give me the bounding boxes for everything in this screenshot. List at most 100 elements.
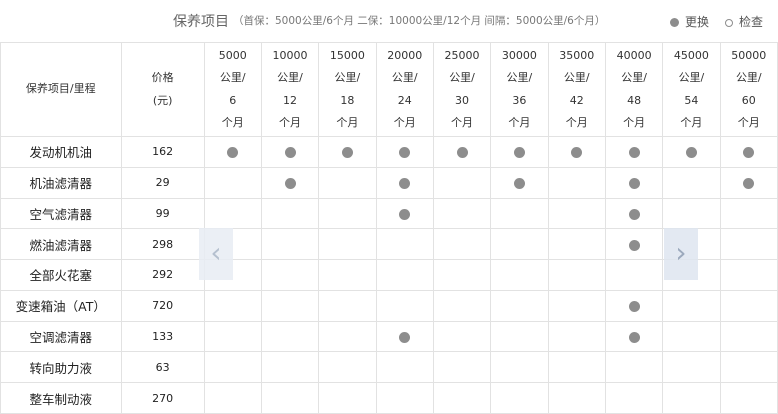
- schedule-cell: [432, 228, 492, 260]
- schedule-cell: [719, 351, 778, 383]
- interval-header-line: 个月: [737, 116, 760, 129]
- interval-header: 40000 公里/48 个月: [604, 42, 664, 137]
- schedule-cell: [260, 382, 320, 414]
- schedule-cell: [662, 197, 721, 230]
- schedule-cell: [318, 228, 377, 260]
- interval-header-line: 42: [569, 93, 584, 107]
- header-row: 保养项目/里程 价格 (元) 5000 公里/6 个月 10000 公里/12 个月 150…: [0, 42, 778, 137]
- interval-header-line: 30000: [501, 48, 537, 62]
- schedule-cell: [260, 228, 320, 260]
- schedule-cell: [604, 228, 664, 260]
- interval-header-line: 48: [627, 93, 642, 107]
- replace-dot-icon: [399, 147, 411, 159]
- filled-dot-icon: [670, 18, 679, 27]
- table-row: 燃油滤清器 298: [0, 228, 778, 260]
- item-name: 发动机机油: [0, 136, 122, 168]
- replace-dot-icon: [399, 178, 411, 190]
- schedule-cell: [203, 197, 262, 230]
- table-row: 空调滤清器 133: [0, 320, 778, 353]
- interval-note: （首保：5000公里/6个月 二保：10000公里/12个月 间隔：5000公里…: [233, 15, 606, 27]
- chevron-left-icon: ‹: [210, 236, 222, 269]
- schedule-cell: [719, 289, 778, 322]
- legend-inspect: 检查: [725, 13, 763, 30]
- schedule-cell: [318, 351, 377, 383]
- item-name: 燃油滤清器: [0, 228, 122, 260]
- schedule-cell: [375, 320, 434, 353]
- interval-header-line: 6: [229, 93, 237, 107]
- replace-dot-icon: [341, 147, 353, 159]
- schedule-cell: [318, 197, 377, 230]
- schedule-cell: [490, 289, 549, 322]
- schedule-cell: [662, 351, 721, 383]
- page-title: 保养项目: [173, 14, 229, 30]
- schedule-cell: [604, 136, 664, 168]
- interval-header-line: 公里/: [735, 71, 762, 84]
- replace-dot-icon: [513, 178, 525, 190]
- schedule-cell: [547, 166, 606, 199]
- schedule-cell: [318, 320, 377, 353]
- interval-header: 50000 公里/60 个月: [719, 42, 778, 137]
- item-price: 162: [120, 136, 205, 168]
- schedule-cell: [662, 136, 721, 168]
- schedule-cell: [375, 259, 434, 291]
- maintenance-table: 保养项目/里程 价格 (元) 5000 公里/6 个月 10000 公里/12 个月 150…: [0, 42, 778, 414]
- schedule-cell: [260, 351, 320, 383]
- interval-header-line: 个月: [336, 116, 359, 129]
- schedule-cell: [260, 259, 320, 291]
- interval-header-line: 公里/: [334, 71, 361, 84]
- interval-header-line: 50000: [731, 48, 767, 62]
- schedule-cell: [490, 259, 549, 291]
- prev-page-button[interactable]: ‹: [199, 228, 233, 280]
- schedule-cell: [719, 197, 778, 230]
- interval-header-line: 个月: [680, 116, 703, 129]
- schedule-cell: [318, 259, 377, 291]
- schedule-cell: [260, 320, 320, 353]
- replace-dot-icon: [628, 178, 640, 190]
- legend-replace-label: 更换: [685, 15, 710, 29]
- schedule-cell: [604, 166, 664, 199]
- interval-header-line: 个月: [565, 116, 588, 129]
- table-row: 转向助力液 63: [0, 351, 778, 383]
- chevron-right-icon: ›: [675, 236, 687, 269]
- schedule-cell: [719, 166, 778, 199]
- next-page-button[interactable]: ›: [664, 228, 698, 280]
- top-bar: 保养项目 （首保：5000公里/6个月 二保：10000公里/12个月 间隔：5…: [0, 0, 778, 43]
- schedule-cell: [604, 382, 664, 414]
- schedule-cell: [260, 289, 320, 322]
- item-name: 空调滤清器: [0, 320, 122, 353]
- schedule-cell: [547, 351, 606, 383]
- interval-header-line: 公里/: [678, 71, 705, 84]
- interval-header-line: 公里/: [563, 71, 590, 84]
- interval-header-line: 公里/: [506, 71, 533, 84]
- interval-header-line: 45000: [673, 48, 709, 62]
- schedule-cell: [490, 351, 549, 383]
- schedule-cell: [432, 320, 492, 353]
- interval-header-line: 个月: [451, 116, 474, 129]
- item-mileage-header: 保养项目/里程: [0, 42, 122, 137]
- interval-header-line: 24: [397, 93, 412, 107]
- schedule-cell: [203, 382, 262, 414]
- interval-header-line: 54: [684, 93, 699, 107]
- replace-dot-icon: [628, 331, 640, 343]
- schedule-cell: [260, 197, 320, 230]
- interval-header: 20000 公里/24 个月: [375, 42, 434, 137]
- schedule-cell: [432, 289, 492, 322]
- schedule-cell: [719, 228, 778, 260]
- item-price: 720: [120, 289, 205, 322]
- schedule-cell: [547, 197, 606, 230]
- replace-dot-icon: [628, 301, 640, 313]
- interval-header-line: 个月: [221, 116, 244, 129]
- schedule-cell: [375, 166, 434, 199]
- replace-dot-icon: [456, 147, 468, 159]
- interval-header: 15000 公里/18 个月: [318, 42, 377, 137]
- replace-dot-icon: [628, 147, 640, 159]
- interval-header-line: 40000: [616, 48, 652, 62]
- interval-header: 30000 公里/36 个月: [490, 42, 549, 137]
- item-price: 29: [120, 166, 205, 199]
- replace-dot-icon: [571, 147, 583, 159]
- interval-header-line: 12: [283, 93, 298, 107]
- schedule-cell: [203, 351, 262, 383]
- schedule-cell: [662, 320, 721, 353]
- schedule-cell: [604, 259, 664, 291]
- schedule-cell: [260, 166, 320, 199]
